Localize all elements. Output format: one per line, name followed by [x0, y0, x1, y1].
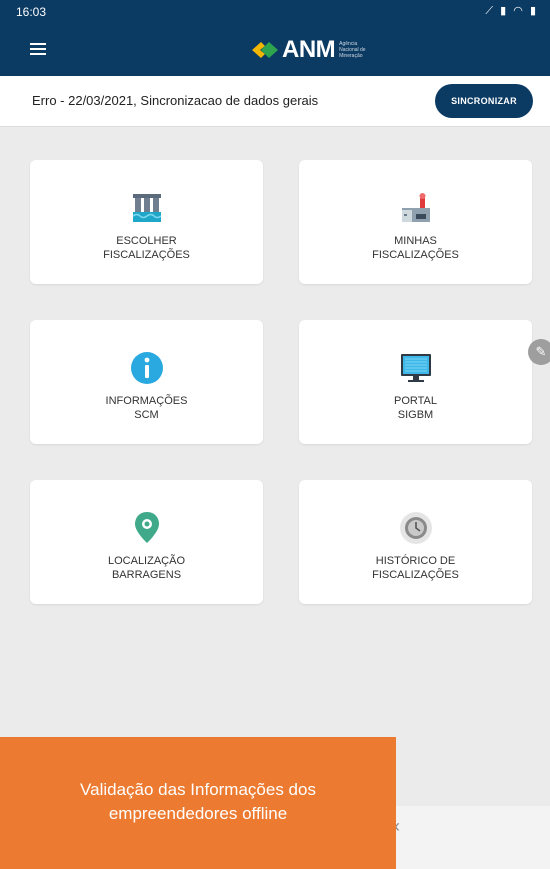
card-label: MINHAS FISCALIZAÇÕES [372, 235, 459, 261]
sync-status-message: Erro - 22/03/2021, Sincronizacao de dado… [32, 93, 319, 108]
card-portal-sigbm[interactable]: PORTAL SIGBM [299, 320, 532, 444]
monitor-icon [400, 354, 431, 382]
location-pin-icon [134, 512, 159, 543]
card-label: PORTAL SIGBM [394, 395, 437, 421]
dam-icon [132, 194, 161, 222]
system-icons: ⟋ ▮ ◠ ▮ [485, 5, 538, 17]
card-historico-fiscalizacoes[interactable]: HISTÓRICO DE FISCALIZAÇÕES [299, 480, 532, 604]
card-informacoes-scm[interactable]: INFORMAÇÕES SCM [30, 320, 263, 444]
status-time: 16:03 [16, 5, 47, 19]
logo-subtitle: Agência Nacional de Mineração [339, 41, 366, 59]
banner-line-1: Validação das Informações dos [80, 780, 316, 799]
history-icon [399, 512, 432, 544]
card-label: LOCALIZAÇÃO BARRAGENS [107, 555, 186, 581]
info-banner: Validação das Informações dos empreended… [0, 737, 396, 869]
app-bar: ANM Agência Nacional de Mineração [0, 24, 550, 76]
card-label: ESCOLHER FISCALIZAÇÕES [103, 235, 190, 261]
banner-line-2: empreendedores offline [108, 804, 288, 823]
card-label: INFORMAÇÕES SCM [105, 395, 188, 421]
card-minhas-fiscalizacoes[interactable]: MINHAS FISCALIZAÇÕES [299, 160, 532, 284]
hamburger-menu-icon[interactable] [30, 43, 46, 55]
anm-logo: ANM Agência Nacional de Mineração [252, 36, 373, 64]
card-localizacao-barragens[interactable]: LOCALIZAÇÃO BARRAGENS [30, 480, 263, 604]
sync-button[interactable]: SINCRONIZAR [435, 84, 533, 118]
card-escolher-fiscalizacoes[interactable]: ESCOLHER FISCALIZAÇÕES [30, 160, 263, 284]
factory-icon [401, 193, 430, 222]
status-bar: 16:03 ⟋ ▮ ◠ ▮ [0, 0, 550, 24]
card-label: HISTÓRICO DE FISCALIZAÇÕES [372, 555, 459, 581]
edit-icon[interactable]: ✎ [528, 339, 550, 365]
logo-text: ANM [282, 36, 336, 63]
info-icon [130, 352, 163, 384]
sync-bar: Erro - 22/03/2021, Sincronizacao de dado… [0, 76, 550, 127]
anm-logo-icon [252, 42, 278, 58]
